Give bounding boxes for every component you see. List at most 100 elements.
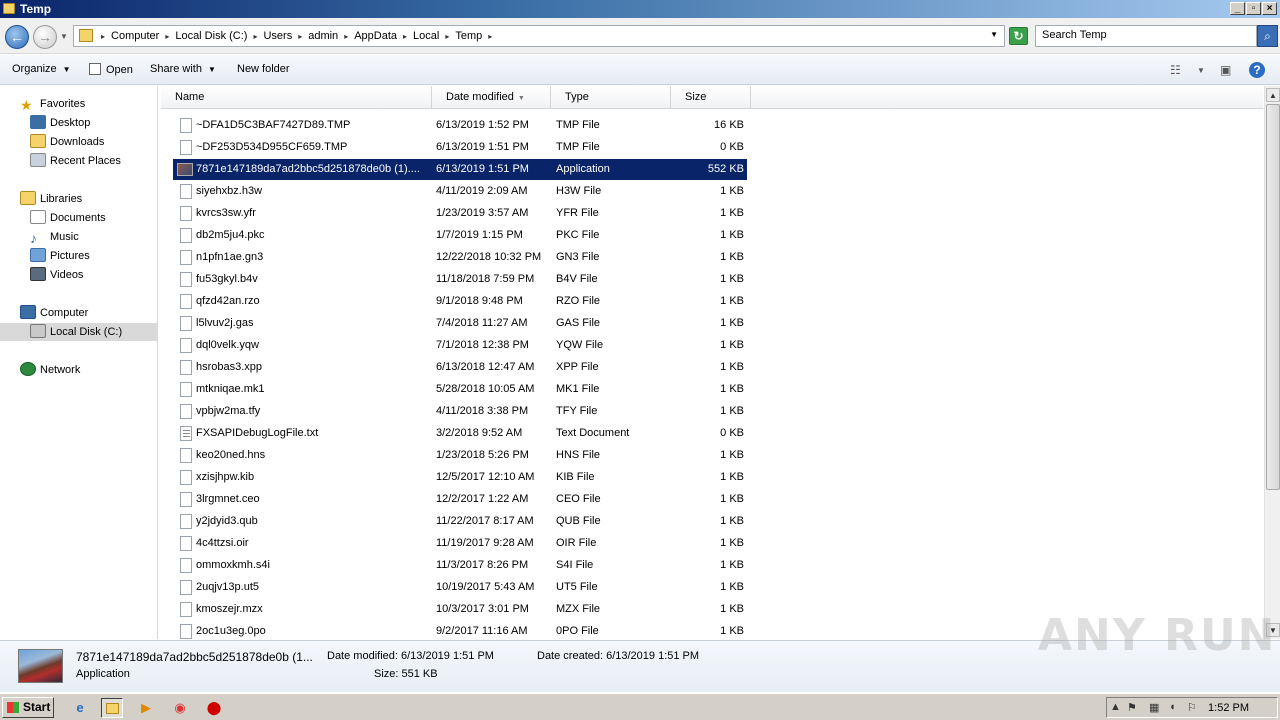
column-header-date[interactable]: Date modified ▼ [432,86,551,109]
nav-pictures[interactable]: Pictures [30,247,90,265]
forward-button[interactable]: → [33,25,57,49]
nav-local-disk[interactable]: Local Disk (C:) [0,323,157,341]
file-size: 552 KB [707,163,744,175]
file-row[interactable]: l5lvuv2j.gas 7/4/2018 11:27 AM GAS File 1 K… [173,313,747,334]
column-header-size[interactable]: Size [671,86,751,109]
chevron-right-icon[interactable]: ▸ [98,30,108,44]
security-app-icon[interactable]: ⬤ [203,698,225,718]
breadcrumb-users[interactable]: Users [260,30,295,44]
recent-places-icon [30,153,46,167]
windows-logo-icon [7,702,19,713]
maximize-button[interactable]: ▫ [1246,2,1261,15]
file-row[interactable]: 4c4ttzsi.oir 11/19/2017 9:28 AM OIR File 1 … [173,533,747,554]
chevron-right-icon[interactable]: ▸ [485,30,495,44]
file-row[interactable]: 7871e147189da7ad2bbc5d251878de0b (1)....… [173,159,747,180]
file-name: FXSAPIDebugLogFile.txt [196,427,319,439]
column-header-type[interactable]: Type [551,86,671,109]
file-date: 3/2/2018 9:52 AM [436,427,523,439]
breadcrumb-temp[interactable]: Temp [452,30,485,44]
file-row[interactable]: ~DF253D534D955CF659.TMP 6/13/2019 1:51 PM… [173,137,747,158]
breadcrumb-local-disk[interactable]: Local Disk (C:) [172,30,250,44]
file-row[interactable]: y2jdyid3.qub 11/22/2017 8:17 AM QUB File 1 … [173,511,747,532]
breadcrumb-admin[interactable]: admin [305,30,341,44]
nav-favorites[interactable]: ★ Favorites [20,95,85,113]
tray-expand-icon[interactable]: ▲ [1110,701,1121,713]
file-size: 1 KB [720,207,744,219]
refresh-button[interactable]: ↻ [1009,27,1028,45]
file-row[interactable]: fu53gkyl.b4v 11/18/2018 7:59 PM B4V File 1 … [173,269,747,290]
file-row[interactable]: qfzd42an.rzo 9/1/2018 9:48 PM RZO File 1 KB [173,291,747,312]
scroll-up-button[interactable]: ▲ [1266,88,1280,102]
chevron-right-icon[interactable]: ▸ [442,30,452,44]
chevron-right-icon[interactable]: ▸ [162,30,172,44]
file-row[interactable]: 2oc1u3eg.0po 9/2/2017 11:16 AM 0PO File 1 K… [173,621,747,642]
start-button[interactable]: Start [2,697,54,718]
volume-icon[interactable]: ◖ [1169,701,1176,713]
media-player-icon[interactable]: ▶ [135,698,157,718]
search-icon[interactable]: ⌕ [1257,25,1278,47]
file-row[interactable]: siyehxbz.h3w 4/11/2019 2:09 AM H3W File 1 K… [173,181,747,202]
chevron-down-icon[interactable]: ▼ [990,30,998,39]
flag-icon[interactable]: ⚐ [1187,701,1197,714]
help-icon[interactable]: ? [1249,62,1265,78]
breadcrumb-computer[interactable]: Computer [108,30,162,44]
nav-recent-places[interactable]: Recent Places [30,152,121,170]
file-date: 11/18/2018 7:59 PM [436,273,535,285]
preview-pane-icon[interactable]: ▣ [1220,63,1231,77]
star-icon: ★ [20,97,33,113]
file-row[interactable]: vpbjw2ma.tfy 4/11/2018 3:38 PM TFY File 1 K… [173,401,747,422]
file-row[interactable]: kvrcs3sw.yfr 1/23/2019 3:57 AM YFR File 1 K… [173,203,747,224]
file-row[interactable]: dql0velk.yqw 7/1/2018 12:38 PM YQW File 1 K… [173,335,747,356]
scrollbar-thumb[interactable] [1266,104,1280,490]
file-row[interactable]: 3lrgmnet.ceo 12/2/2017 1:22 AM CEO File 1 K… [173,489,747,510]
nav-videos[interactable]: Videos [30,266,83,284]
back-button[interactable]: ← [5,25,29,49]
internet-explorer-icon[interactable]: e [69,698,91,718]
view-options-icon[interactable]: ☷ [1170,63,1181,77]
explorer-taskbar-button[interactable] [101,698,123,718]
file-row[interactable]: keo20ned.hns 1/23/2018 5:26 PM HNS File 1 K… [173,445,747,466]
file-row[interactable]: ~DFA1D5C3BAF7427D89.TMP 6/13/2019 1:52 PM… [173,115,747,136]
chevron-down-icon[interactable]: ▼ [1197,66,1205,75]
chevron-right-icon[interactable]: ▸ [250,30,260,44]
address-bar[interactable]: ▸ Computer ▸ Local Disk (C:) ▸ Users ▸ a… [73,25,1005,47]
network-tray-icon[interactable]: ▦ [1149,701,1159,714]
clock[interactable]: 1:52 PM [1208,702,1249,714]
file-row[interactable]: hsrobas3.xpp 6/13/2018 12:47 AM XPP File 1 … [173,357,747,378]
taskbar: Start e ▶ ◉ ⬤ ▲ ⚑ ▦ ◖ ⚐ 1:52 PM [0,693,1280,720]
nav-documents[interactable]: Documents [30,209,106,227]
chevron-right-icon[interactable]: ▸ [400,30,410,44]
nav-libraries[interactable]: Libraries [20,190,82,208]
breadcrumb-local[interactable]: Local [410,30,442,44]
vertical-scrollbar[interactable]: ▲ ▼ [1264,86,1280,639]
search-input[interactable]: Search Temp [1035,25,1257,47]
file-row[interactable]: mtkniqae.mk1 5/28/2018 10:05 AM MK1 File 1 … [173,379,747,400]
share-with-button[interactable]: Share with ▼ [150,63,216,75]
recent-pages-dropdown[interactable]: ▼ [60,32,68,41]
nav-network[interactable]: Network [20,361,80,379]
file-row[interactable]: n1pfn1ae.gn3 12/22/2018 10:32 PM GN3 File 1… [173,247,747,268]
file-row[interactable]: kmoszejr.mzx 10/3/2017 3:01 PM MZX File 1 K… [173,599,747,620]
file-row[interactable]: db2m5ju4.pkc 1/7/2019 1:15 PM PKC File 1 KB [173,225,747,246]
chevron-right-icon[interactable]: ▸ [295,30,305,44]
file-row[interactable]: ommoxkmh.s4i 11/3/2017 8:26 PM S4I File 1 K… [173,555,747,576]
chevron-right-icon[interactable]: ▸ [341,30,351,44]
nav-desktop[interactable]: Desktop [30,114,90,132]
minimize-button[interactable]: _ [1230,2,1245,15]
file-row[interactable]: xzisjhpw.kib 12/5/2017 12:10 AM KIB File 1 … [173,467,747,488]
file-type: MK1 File [556,383,600,395]
organize-button[interactable]: Organize ▼ [12,63,71,75]
breadcrumb-appdata[interactable]: AppData [351,30,400,44]
chrome-icon[interactable]: ◉ [169,698,191,718]
action-center-icon[interactable]: ⚑ [1127,701,1137,714]
nav-music[interactable]: ♪ Music [30,228,79,246]
file-row[interactable]: 2uqjv13p.ut5 10/19/2017 5:43 AM UT5 File 1 … [173,577,747,598]
nav-downloads[interactable]: Downloads [30,133,104,151]
open-button[interactable]: Open [89,63,133,76]
close-button[interactable]: × [1262,2,1277,15]
nav-computer[interactable]: Computer [20,304,88,322]
new-folder-button[interactable]: New folder [237,63,290,75]
file-row[interactable]: FXSAPIDebugLogFile.txt 3/2/2018 9:52 AM Te… [173,423,747,444]
column-header-name[interactable]: Name [161,86,432,109]
music-icon: ♪ [30,230,37,246]
